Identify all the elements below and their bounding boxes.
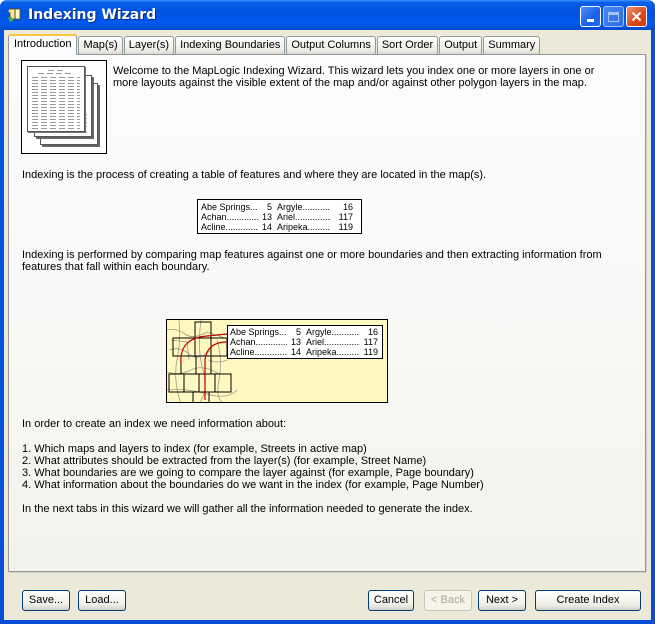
- tab-output[interactable]: Output: [439, 36, 483, 54]
- maximize-button: [603, 6, 624, 27]
- tab-strip: Introduction Map(s) Layer(s) Indexing Bo…: [8, 34, 541, 55]
- back-button: < Back: [424, 590, 472, 611]
- next-steps-text: In the next tabs in this wizard we will …: [22, 503, 473, 515]
- index-entry-page: 119: [363, 347, 378, 357]
- close-icon: [631, 11, 642, 22]
- sample-index-row: Acline.............. 14 Aripeka.........…: [230, 347, 380, 357]
- sample-index-row: Abe Springs.... 5 Argyle........... 16: [230, 327, 380, 337]
- next-button[interactable]: Next >: [478, 590, 526, 611]
- index-entry-page: 117: [338, 212, 353, 222]
- index-entry-page: 16: [367, 327, 378, 337]
- window-title: Indexing Wizard: [28, 7, 157, 23]
- index-entry-name: Achan..............: [201, 212, 258, 222]
- method-text-line-2: features that fall within each boundary.: [22, 261, 210, 273]
- title-bar[interactable]: Indexing Wizard: [0, 0, 655, 30]
- requirements-list: 1. Which maps and layers to index (for e…: [22, 443, 484, 491]
- tab-summary[interactable]: Summary: [483, 36, 541, 54]
- tab-indexing-boundaries[interactable]: Indexing Boundaries: [175, 36, 286, 54]
- index-entry-name: Acline..............: [201, 222, 258, 232]
- index-entry-page: 117: [363, 337, 378, 347]
- client-area: Introduction Map(s) Layer(s) Indexing Bo…: [4, 30, 651, 620]
- index-entry-name: Achan..............: [230, 337, 287, 347]
- index-entry-page: 5: [266, 202, 272, 212]
- index-entry-name: Ariel...............: [306, 337, 360, 347]
- maximize-icon: [608, 11, 619, 22]
- sample-index-table: Abe Springs.... 5 Argyle........... 16 A…: [197, 199, 362, 234]
- indexing-wizard-window: Indexing Wizard Introduction Map(s) Laye…: [0, 0, 655, 624]
- index-entry-page: 13: [290, 337, 301, 347]
- welcome-text-line-2: more layouts against the visible extent …: [113, 77, 587, 89]
- requirement-item: 1. Which maps and layers to index (for e…: [22, 443, 367, 455]
- index-pages-illustration: [21, 60, 107, 154]
- tab-introduction[interactable]: Introduction: [8, 34, 78, 55]
- wizard-book-icon: [7, 7, 23, 23]
- load-button[interactable]: Load...: [78, 590, 126, 611]
- index-entry-name: Aripeka.........: [306, 347, 360, 357]
- index-entry-name: Ariel...............: [277, 212, 331, 222]
- index-entry-page: 16: [342, 202, 353, 212]
- need-info-text: In order to create an index we need info…: [22, 418, 287, 430]
- index-entry-page: 14: [290, 347, 301, 357]
- index-entry-name: Argyle...........: [277, 202, 331, 212]
- tab-output-columns[interactable]: Output Columns: [286, 36, 376, 54]
- index-entry-name: Argyle...........: [306, 327, 360, 337]
- index-entry-page: 13: [261, 212, 272, 222]
- close-button[interactable]: [626, 6, 647, 27]
- index-entry-name: Aripeka.........: [277, 222, 331, 232]
- index-entry-name: Acline..............: [230, 347, 287, 357]
- index-entry-name: Abe Springs....: [230, 327, 287, 337]
- tab-sort-order[interactable]: Sort Order: [376, 36, 439, 54]
- tab-maps[interactable]: Map(s): [78, 36, 123, 54]
- index-entry-name: Abe Springs....: [201, 202, 258, 212]
- sample-index-row: Achan.............. 13 Ariel............…: [201, 212, 358, 222]
- requirement-item: 3. What boundaries are we going to compa…: [22, 467, 474, 479]
- save-button[interactable]: Save...: [22, 590, 70, 611]
- requirement-item: 2. What attributes should be extracted f…: [22, 455, 427, 467]
- sample-index-row: Acline.............. 14 Aripeka.........…: [201, 222, 358, 232]
- definition-text: Indexing is the process of creating a ta…: [22, 169, 487, 181]
- index-entry-page: 14: [261, 222, 272, 232]
- requirement-item: 4. What information about the boundaries…: [22, 479, 484, 491]
- sample-index-row: Abe Springs.... 5 Argyle........... 16: [201, 202, 358, 212]
- minimize-button[interactable]: [580, 6, 601, 27]
- index-entry-page: 119: [338, 222, 353, 232]
- tab-layers[interactable]: Layer(s): [123, 36, 175, 54]
- create-index-button[interactable]: Create Index: [535, 590, 641, 611]
- map-sample-index-table: Abe Springs.... 5 Argyle........... 16 A…: [227, 325, 383, 359]
- introduction-panel: Welcome to the MapLogic Indexing Wizard.…: [8, 54, 646, 572]
- sample-index-row: Achan.............. 13 Ariel............…: [230, 337, 380, 347]
- minimize-icon: [587, 19, 594, 22]
- cancel-button[interactable]: Cancel: [368, 590, 414, 611]
- map-index-illustration: Abe Springs.... 5 Argyle........... 16 A…: [166, 319, 388, 403]
- index-entry-page: 5: [295, 327, 301, 337]
